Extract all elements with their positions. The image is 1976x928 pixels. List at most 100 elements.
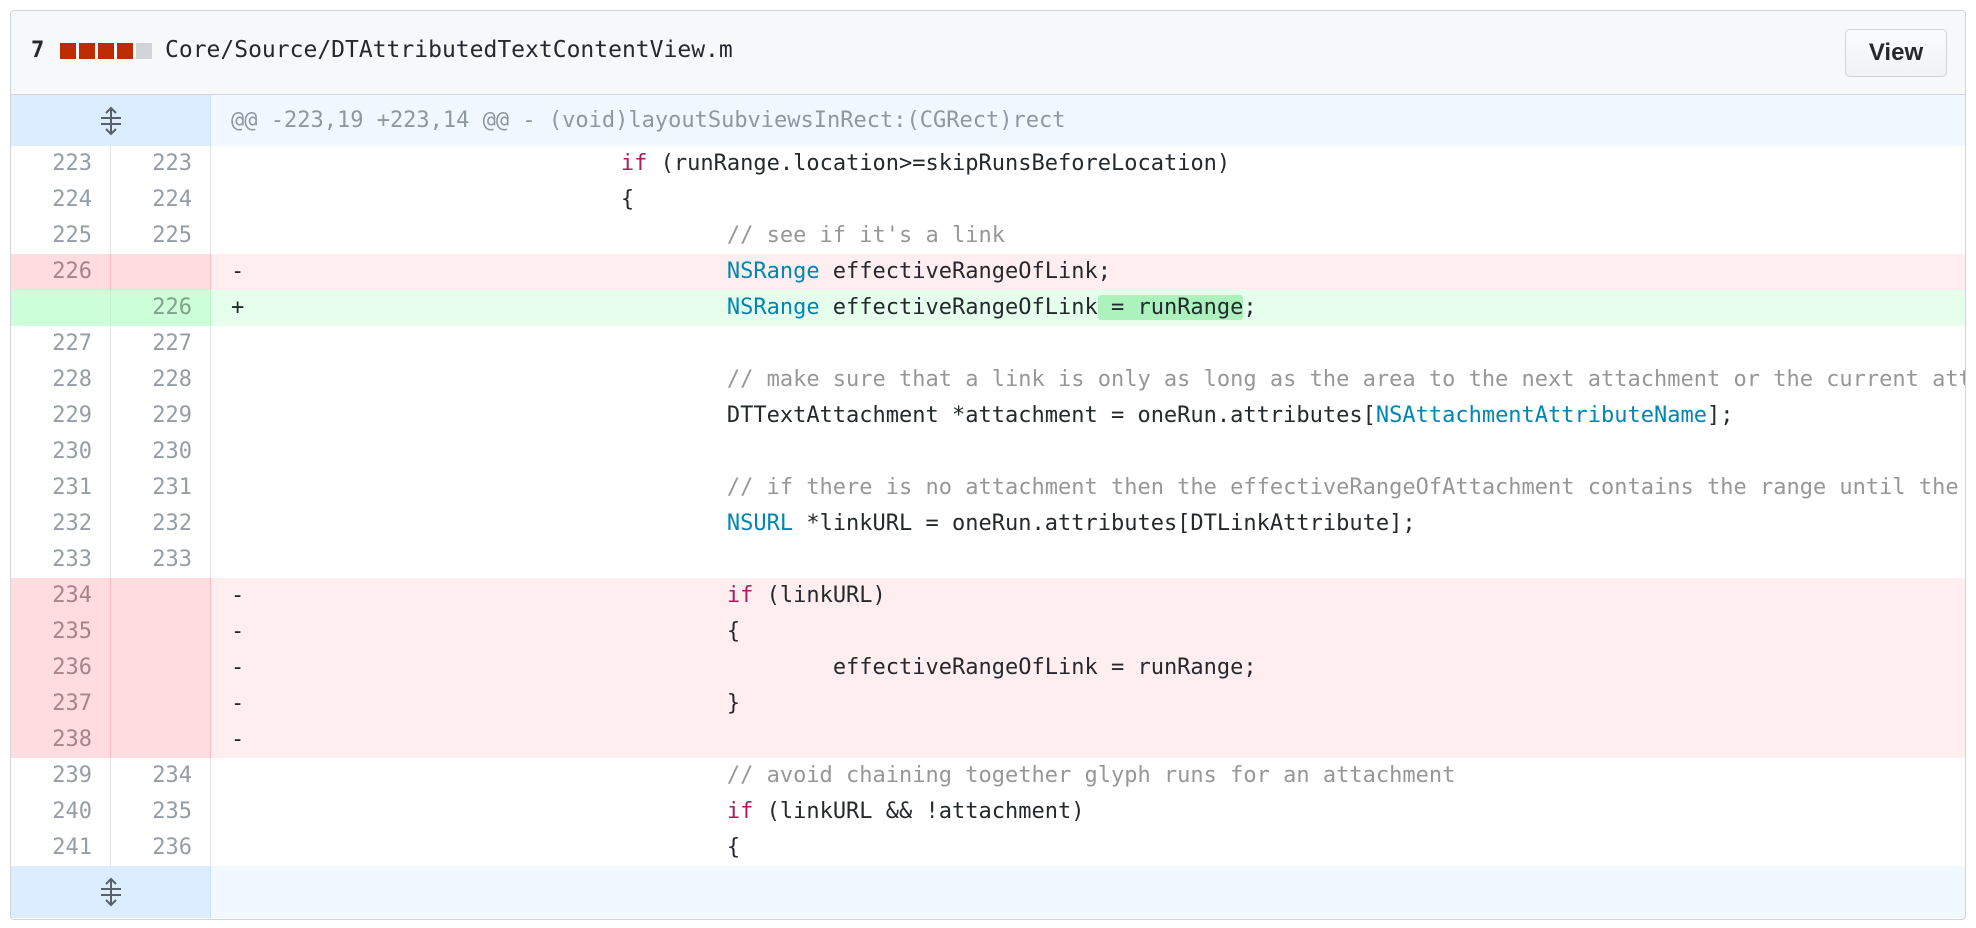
context-line: 232 232 NSURL *linkURL = oneRun.attribute…	[11, 506, 1965, 542]
old-line-number[interactable]: 224	[11, 182, 111, 218]
context-line: 228 228 // make sure that a link is only …	[11, 362, 1965, 398]
file-path[interactable]: Core/Source/DTAttributedTextContentView.…	[165, 37, 733, 63]
new-line-number[interactable]: 224	[111, 182, 211, 218]
new-line-number[interactable]	[111, 254, 211, 290]
code-line: {	[211, 830, 1965, 866]
new-line-number[interactable]: 225	[111, 218, 211, 254]
code-token: = runRange	[1097, 295, 1244, 320]
code-token: (runRange.location>=skipRunsBeforeLocati…	[647, 151, 1231, 176]
code-line: - if (linkURL)	[211, 578, 1965, 614]
old-line-number[interactable]: 232	[11, 506, 111, 542]
deleted-line: 236 - effectiveRangeOfLink = runRange;	[11, 650, 1965, 686]
new-line-number[interactable]: 236	[111, 830, 211, 866]
new-line-number[interactable]: 223	[111, 146, 211, 182]
unfold-icon	[100, 106, 121, 135]
deleted-line: 238 -	[11, 722, 1965, 758]
new-line-number[interactable]: 229	[111, 398, 211, 434]
old-line-number[interactable]: 223	[11, 146, 111, 182]
new-line-number[interactable]	[111, 722, 211, 758]
new-line-number[interactable]: 228	[111, 362, 211, 398]
new-line-number[interactable]	[111, 686, 211, 722]
new-line-number[interactable]: 234	[111, 758, 211, 794]
code-token: ];	[1707, 403, 1734, 428]
old-line-number[interactable]: 237	[11, 686, 111, 722]
code-line: + NSRange effectiveRangeOfLink = runRang…	[211, 290, 1965, 326]
new-line-number[interactable]: 235	[111, 794, 211, 830]
added-line: 226 + NSRange effectiveRangeOfLink = runR…	[11, 290, 1965, 326]
new-line-number[interactable]: 231	[111, 470, 211, 506]
new-line-number[interactable]: 227	[111, 326, 211, 362]
code-line: DTTextAttachment *attachment = oneRun.at…	[211, 398, 1965, 434]
old-line-number[interactable]: 229	[11, 398, 111, 434]
context-line: 240 235 if (linkURL && !attachment)	[11, 794, 1965, 830]
old-line-number[interactable]: 238	[11, 722, 111, 758]
old-line-number[interactable]: 231	[11, 470, 111, 506]
deleted-line: 234 - if (linkURL)	[11, 578, 1965, 614]
context-line: 223 223 if (runRange.location>=skipRunsBe…	[11, 146, 1965, 182]
diffstat-block	[98, 42, 115, 59]
diffstat-block	[136, 42, 153, 59]
old-line-number[interactable]: 234	[11, 578, 111, 614]
context-line: 233 233	[11, 542, 1965, 578]
code-token: ;	[1243, 295, 1257, 320]
code-token: // make sure that a link is only as long…	[726, 367, 1965, 392]
old-line-number[interactable]: 233	[11, 542, 111, 578]
diffstat-count: 7	[31, 38, 45, 63]
new-line-number[interactable]: 226	[111, 290, 211, 326]
code-token: (linkURL && !attachment)	[753, 799, 1085, 824]
diff-sign: -	[231, 619, 245, 644]
new-line-number[interactable]: 230	[111, 434, 211, 470]
code-line: {	[211, 182, 1965, 218]
code-token: DTTextAttachment *attachment = oneRun.at…	[726, 403, 1376, 428]
code-line: // see if it's a link	[211, 218, 1965, 254]
context-line: 241 236 {	[11, 830, 1965, 866]
new-line-number[interactable]	[111, 578, 211, 614]
old-line-number[interactable]: 225	[11, 218, 111, 254]
old-line-number[interactable]: 239	[11, 758, 111, 794]
code-token: if	[726, 583, 754, 608]
new-line-number[interactable]: 233	[111, 542, 211, 578]
old-line-number[interactable]: 240	[11, 794, 111, 830]
old-line-number[interactable]: 230	[11, 434, 111, 470]
context-line: 231 231 // if there is no attachment then…	[11, 470, 1965, 506]
code-token: if	[726, 799, 754, 824]
diff-table: @@ -223,19 +223,14 @@ - (void)layoutSubv…	[11, 95, 1965, 918]
expand-down-button[interactable]	[11, 866, 211, 918]
view-file-button[interactable]: View	[1845, 29, 1947, 77]
deleted-line: 226 - NSRange effectiveRangeOfLink;	[11, 254, 1965, 290]
expand-up-button[interactable]	[11, 95, 211, 146]
old-line-number[interactable]: 235	[11, 614, 111, 650]
file-header: 7 Core/Source/DTAttributedTextContentVie…	[11, 11, 1965, 95]
old-line-number[interactable]: 226	[11, 254, 111, 290]
code-line: - }	[211, 686, 1965, 722]
old-line-number[interactable]: 227	[11, 326, 111, 362]
code-token: NSRange	[726, 259, 820, 284]
old-line-number[interactable]: 228	[11, 362, 111, 398]
new-line-number[interactable]	[111, 650, 211, 686]
context-line: 239 234 // avoid chaining together glyph …	[11, 758, 1965, 794]
code-token: {	[726, 835, 741, 860]
diffstat-block	[60, 42, 77, 59]
code-token: *linkURL = oneRun.attributes[DTLinkAttri…	[793, 511, 1416, 536]
old-line-number[interactable]	[11, 290, 111, 326]
new-line-number[interactable]: 232	[111, 506, 211, 542]
code-line: -	[211, 722, 1965, 758]
hunk-header: @@ -223,19 +223,14 @@ - (void)layoutSubv…	[11, 95, 1965, 146]
diffstat-block	[117, 42, 134, 59]
diff-lines: 223 223 if (runRange.location>=skipRunsBe…	[11, 146, 1965, 866]
diffstat-bar	[60, 42, 155, 59]
diff-sign: -	[231, 691, 245, 716]
diff-sign: -	[231, 583, 245, 608]
new-line-number[interactable]	[111, 614, 211, 650]
hunk-footer	[11, 866, 1965, 918]
old-line-number[interactable]: 241	[11, 830, 111, 866]
old-line-number[interactable]: 236	[11, 650, 111, 686]
